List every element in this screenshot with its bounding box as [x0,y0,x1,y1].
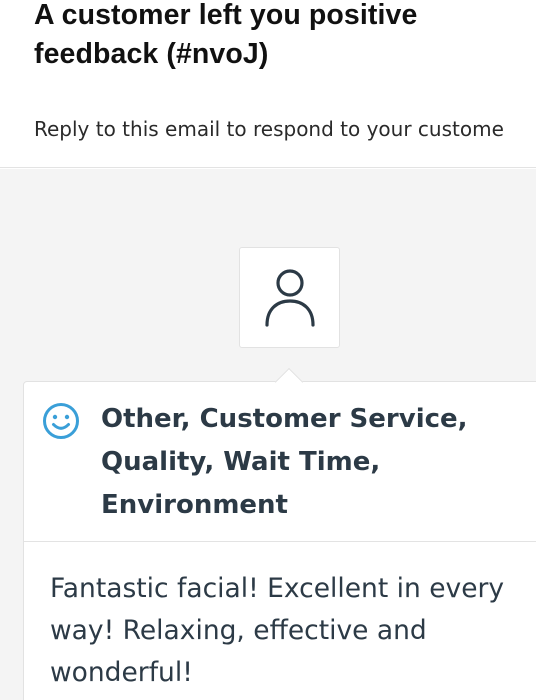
email-subject: A customer left you positive feedback (#… [34,0,418,70]
feedback-categories: Other, Customer Service, Quality, Wait T… [101,404,468,520]
email-preheader: Reply to this email to respond to your c… [34,117,504,141]
person-outline-icon [265,269,315,327]
smiley-face-icon [43,403,79,439]
customer-avatar [239,247,340,348]
card-divider [24,541,536,542]
feedback-comment: Fantastic facial! Excellent in every way… [50,573,505,688]
email-view: A customer left you positive feedback (#… [0,0,536,700]
email-header: A customer left you positive feedback (#… [0,0,536,168]
